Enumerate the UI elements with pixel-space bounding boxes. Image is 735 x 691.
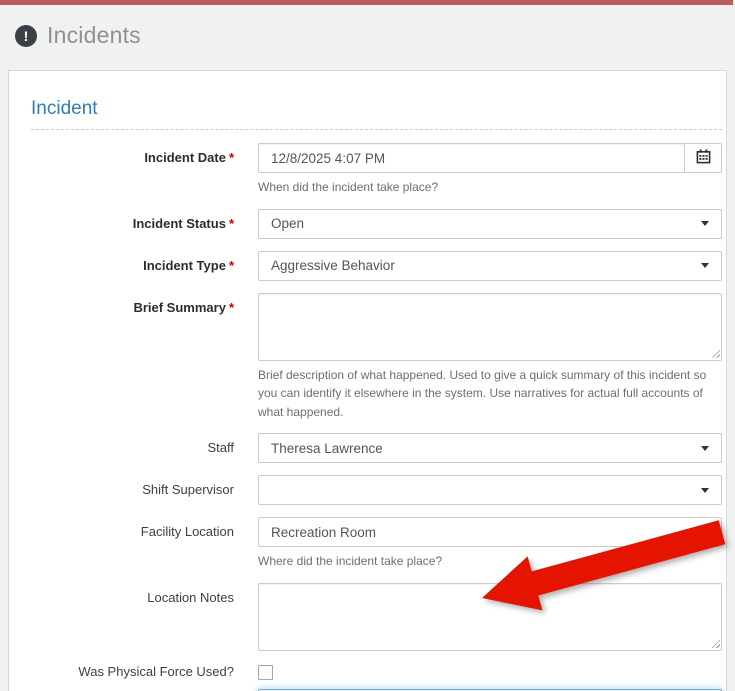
incident-status-select[interactable]: Open bbox=[258, 209, 722, 239]
label-text: Incident Date bbox=[144, 150, 226, 165]
brief-summary-textarea[interactable] bbox=[258, 293, 722, 361]
brief-summary-textarea-wrap bbox=[258, 293, 722, 361]
required-asterisk: * bbox=[229, 300, 234, 315]
field-row-brief-summary: Brief Summary * Brief description of what… bbox=[31, 293, 722, 422]
facility-location-select[interactable]: Recreation Room bbox=[258, 517, 722, 547]
field-row-incident-status: Incident Status* Open bbox=[31, 209, 722, 239]
chevron-down-icon bbox=[701, 221, 709, 226]
staff-control: Theresa Lawrence bbox=[258, 433, 722, 463]
incident-type-select[interactable]: Aggressive Behavior bbox=[258, 251, 722, 281]
chevron-down-icon bbox=[701, 488, 709, 493]
location-notes-textarea[interactable] bbox=[258, 583, 722, 651]
shift-supervisor-select[interactable] bbox=[258, 475, 722, 505]
brief-summary-control: Brief description of what happened. Used… bbox=[258, 293, 722, 422]
incident-status-control: Open bbox=[258, 209, 722, 239]
calendar-icon bbox=[696, 149, 711, 167]
field-row-staff: Staff Theresa Lawrence bbox=[31, 433, 722, 463]
field-row-physical-force: Was Physical Force Used? bbox=[31, 663, 722, 680]
staff-select[interactable]: Theresa Lawrence bbox=[258, 433, 722, 463]
facility-location-control: Recreation Room Where did the incident t… bbox=[258, 517, 722, 571]
incident-date-input[interactable] bbox=[258, 143, 684, 173]
selected-value: Open bbox=[271, 216, 693, 231]
facility-location-help: Where did the incident take place? bbox=[258, 552, 722, 571]
calendar-button[interactable] bbox=[684, 143, 722, 173]
incident-form-panel: Incident Incident Date* When did the inc… bbox=[8, 70, 727, 691]
shift-supervisor-label: Shift Supervisor bbox=[31, 475, 234, 505]
physical-force-control bbox=[258, 663, 722, 680]
page-title: Incidents bbox=[47, 22, 141, 49]
staff-label: Staff bbox=[31, 433, 234, 463]
exclamation-circle-icon: ! bbox=[15, 25, 37, 47]
shift-supervisor-control bbox=[258, 475, 722, 505]
incident-status-label: Incident Status* bbox=[31, 209, 234, 239]
selected-value: Recreation Room bbox=[271, 525, 693, 540]
required-asterisk: * bbox=[229, 258, 234, 273]
brief-summary-help: Brief description of what happened. Used… bbox=[258, 366, 722, 422]
physical-force-label: Was Physical Force Used? bbox=[31, 663, 234, 680]
required-asterisk: * bbox=[229, 150, 234, 165]
field-row-incident-type: Incident Type* Aggressive Behavior bbox=[31, 251, 722, 281]
chevron-down-icon bbox=[701, 446, 709, 451]
chevron-down-icon bbox=[701, 530, 709, 535]
field-row-incident-date: Incident Date* When did the incident tak… bbox=[31, 143, 722, 197]
required-asterisk: * bbox=[229, 216, 234, 231]
selected-value: Aggressive Behavior bbox=[271, 258, 693, 273]
incident-date-input-group bbox=[258, 143, 722, 173]
section-heading-incident: Incident bbox=[31, 98, 722, 130]
chevron-down-icon bbox=[701, 263, 709, 268]
field-row-shift-supervisor: Shift Supervisor bbox=[31, 475, 722, 505]
incident-type-control: Aggressive Behavior bbox=[258, 251, 722, 281]
location-notes-control bbox=[258, 583, 722, 651]
exclamation-glyph: ! bbox=[24, 29, 29, 43]
field-row-location-notes: Location Notes bbox=[31, 583, 722, 651]
incident-date-control: When did the incident take place? bbox=[258, 143, 722, 197]
location-notes-textarea-wrap bbox=[258, 583, 722, 651]
incident-date-help: When did the incident take place? bbox=[258, 178, 722, 197]
page-header: ! Incidents bbox=[0, 5, 735, 63]
selected-value: Theresa Lawrence bbox=[271, 441, 693, 456]
field-row-facility-location: Facility Location Recreation Room Where … bbox=[31, 517, 722, 571]
brief-summary-label: Brief Summary * bbox=[31, 293, 234, 422]
label-text: Incident Status bbox=[133, 216, 226, 231]
incident-date-label: Incident Date* bbox=[31, 143, 234, 197]
label-text: Brief Summary bbox=[133, 300, 225, 315]
label-text: Incident Type bbox=[143, 258, 226, 273]
location-notes-label: Location Notes bbox=[31, 583, 234, 651]
facility-location-label: Facility Location bbox=[31, 517, 234, 571]
physical-force-checkbox[interactable] bbox=[258, 665, 273, 680]
incident-type-label: Incident Type* bbox=[31, 251, 234, 281]
